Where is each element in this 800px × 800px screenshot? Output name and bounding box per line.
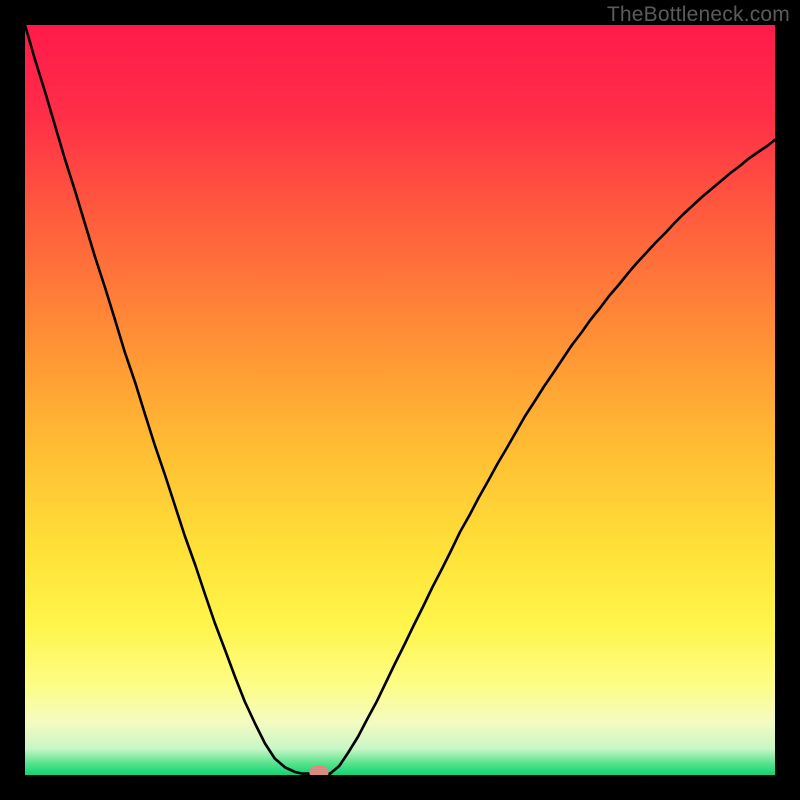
bottleneck-curve <box>25 25 775 775</box>
curve-left-branch <box>25 25 308 774</box>
plot-area <box>25 25 775 775</box>
watermark-text: TheBottleneck.com <box>607 3 790 27</box>
curve-right-branch <box>330 140 775 774</box>
optimal-point-marker <box>309 765 329 775</box>
chart-frame: TheBottleneck.com <box>0 0 800 800</box>
